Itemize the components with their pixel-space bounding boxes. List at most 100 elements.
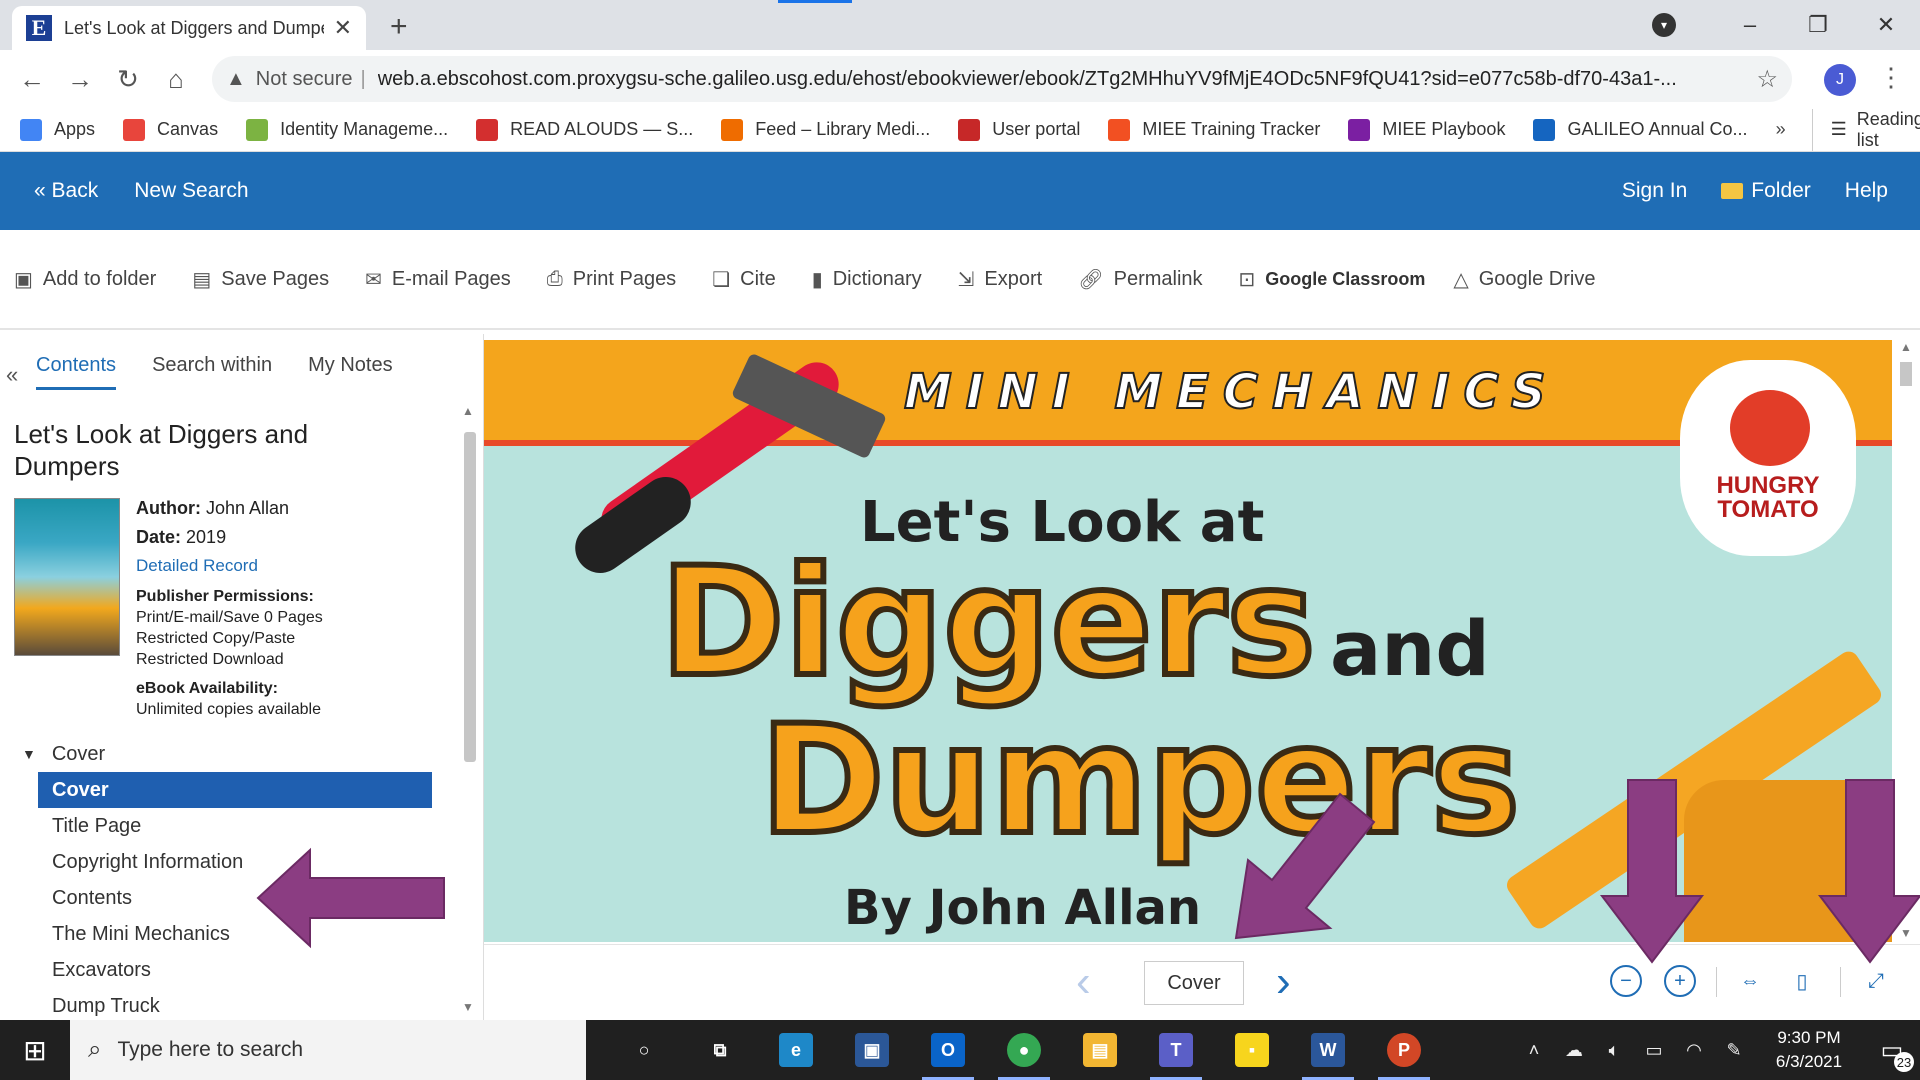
back-arrow-icon[interactable]: ← [8,64,56,95]
taskbar-search-box[interactable]: ⌕ Type here to search [70,1020,586,1080]
fullscreen-icon[interactable]: ⤢ [1860,965,1892,997]
onedrive-icon[interactable]: ☁ [1554,1040,1594,1061]
bookmark-read-alouds[interactable]: READ ALOUDS — S... [476,118,693,141]
url-text[interactable]: web.a.ebscohost.com.proxygsu-sche.galile… [378,68,1741,91]
zoom-in-icon[interactable]: + [1664,965,1696,997]
export-icon: ⇲ [957,268,975,291]
toc-item-cover[interactable]: Cover [38,772,432,808]
show-hidden-icons-icon[interactable]: ˄ [1514,1040,1554,1061]
tab-contents[interactable]: Contents [36,354,117,390]
tab-search-icon[interactable]: ▾ [1652,13,1676,37]
address-bar[interactable]: ▲ Not secure | web.a.ebscohost.com.proxy… [212,56,1792,102]
close-window-icon[interactable]: ✕ [1852,12,1920,38]
tab-close-icon[interactable]: ✕ [334,15,352,41]
volume-icon[interactable]: 🔈︎ [1594,1040,1634,1061]
page-indicator[interactable]: Cover [1144,961,1244,1005]
fit-width-icon[interactable]: ⇔ [1734,965,1766,997]
fit-page-icon[interactable]: ▯ [1786,965,1818,997]
pen-icon[interactable]: ✎ [1714,1040,1754,1061]
tab-search-within[interactable]: Search within [152,354,272,390]
sign-in-link[interactable]: Sign In [1622,179,1687,203]
reading-list-button[interactable]: ☰ Reading list [1811,108,1920,151]
scroll-up-icon[interactable]: ▲ [462,404,474,418]
forward-arrow-icon[interactable]: → [56,64,104,95]
bookmark-miee-playbook[interactable]: MIEE Playbook [1348,118,1505,141]
bookmark-user-portal[interactable]: User portal [958,118,1080,141]
minimize-icon[interactable]: – [1716,12,1784,38]
bookmark-identity-management[interactable]: Identity Manageme... [246,118,448,141]
clock[interactable]: 9:30 PM 6/3/2021 [1754,1026,1864,1074]
outlook-icon[interactable]: O [910,1020,986,1080]
bookmark-galileo[interactable]: GALILEO Annual Co... [1533,118,1748,141]
bookmark-miee-tracker[interactable]: MIEE Training Tracker [1108,118,1320,141]
google-drive-button[interactable]: △ Google Drive [1453,267,1595,292]
folder-link[interactable]: Folder [1721,179,1811,203]
cortana-icon[interactable]: ○ [606,1020,682,1080]
bookmark-apps[interactable]: Apps [20,118,95,141]
tab-title: Let's Look at Diggers and Dumpe [64,17,324,38]
panel-scrollbar[interactable]: ▲ ▼ [460,404,480,1014]
cite-button[interactable]: ❏ Cite [712,267,776,292]
save-pages-button[interactable]: ▤ Save Pages [192,267,329,292]
file-explorer-icon[interactable]: ▤ [1062,1020,1138,1080]
chrome-icon[interactable]: ● [986,1020,1062,1080]
panel-scroll-thumb[interactable] [464,432,476,762]
viewer-scroll-up-icon[interactable]: ▲ [1900,340,1912,354]
link-icon: 🔗︎ [1078,268,1104,291]
export-button[interactable]: ⇲ Export [958,267,1043,292]
restore-icon[interactable]: ❐ [1784,12,1852,38]
teams-icon[interactable]: T [1138,1020,1214,1080]
warning-icon[interactable]: ▲ [226,68,246,91]
canvas-icon [123,118,146,141]
detailed-record-link[interactable]: Detailed Record [136,556,436,576]
windows-start-icon[interactable]: ⊞ [0,1020,70,1080]
bookmark-canvas[interactable]: Canvas [123,118,218,141]
new-tab-icon[interactable]: + [390,10,408,44]
browser-tab[interactable]: E Let's Look at Diggers and Dumpe ✕ [12,6,366,50]
reload-icon[interactable]: ↻ [104,64,152,95]
toc-section-cover[interactable]: ▼ Cover [0,736,440,772]
next-page-icon[interactable]: › [1276,957,1291,1007]
store-icon[interactable]: ▣ [834,1020,910,1080]
book-cover-thumbnail[interactable] [14,498,120,656]
toc-item-dump-truck[interactable]: Dump Truck [0,988,440,1020]
expand-triangle-icon[interactable]: ▼ [22,746,36,762]
home-icon[interactable]: ⌂ [152,64,200,95]
scroll-down-icon[interactable]: ▼ [462,1000,474,1014]
zoom-out-icon[interactable]: − [1610,965,1642,997]
word-icon[interactable]: W [1290,1020,1366,1080]
browser-tab-strip: E Let's Look at Diggers and Dumpe ✕ + ▾ … [0,0,1920,50]
previous-page-icon[interactable]: ‹ [1076,957,1091,1007]
bookmarks-overflow-icon[interactable]: » [1776,119,1786,140]
edge-icon[interactable]: e [758,1020,834,1080]
permalink-button[interactable]: 🔗︎ Permalink [1078,267,1202,292]
task-view-icon[interactable]: ⧉ [682,1020,758,1080]
not-secure-label[interactable]: Not secure [256,68,353,91]
notifications-icon[interactable]: ▭ 23 [1864,1020,1920,1080]
toc-item-title-page[interactable]: Title Page [0,808,440,844]
bookmark-star-icon[interactable]: ☆ [1756,65,1778,94]
google-classroom-button[interactable]: ⊡ Google Classroom [1239,267,1440,292]
dictionary-button[interactable]: ▮ Dictionary [812,267,922,292]
book-title: Let's Look at Diggers and Dumpers [14,419,309,481]
battery-icon[interactable]: ▭ [1634,1040,1674,1061]
powerpoint-icon[interactable]: P [1366,1020,1442,1080]
viewer-scroll-thumb[interactable] [1900,362,1912,386]
clock-date: 6/3/2021 [1775,1052,1843,1071]
control-separator [1716,967,1717,997]
tab-my-notes[interactable]: My Notes [308,354,392,390]
help-link[interactable]: Help [1845,179,1888,203]
email-pages-button[interactable]: ✉ E-mail Pages [365,267,511,292]
wifi-icon[interactable]: ◠ [1674,1040,1714,1061]
add-to-folder-button[interactable]: ▣ Add to folder [14,267,156,292]
new-search-link[interactable]: New Search [134,179,248,203]
collapse-panel-icon[interactable]: « [6,362,18,388]
panel-tabs: Contents Search within My Notes [36,354,393,390]
print-pages-button[interactable]: ⎙ Print Pages [547,268,676,291]
profile-avatar[interactable]: J [1824,64,1856,96]
sticky-notes-icon[interactable]: ▪ [1214,1020,1290,1080]
toc-item-excavators[interactable]: Excavators [0,952,440,988]
back-link[interactable]: « Back [34,179,98,203]
bookmark-feed-library[interactable]: Feed – Library Medi... [721,118,930,141]
browser-menu-icon[interactable]: ⋮ [1878,62,1904,93]
